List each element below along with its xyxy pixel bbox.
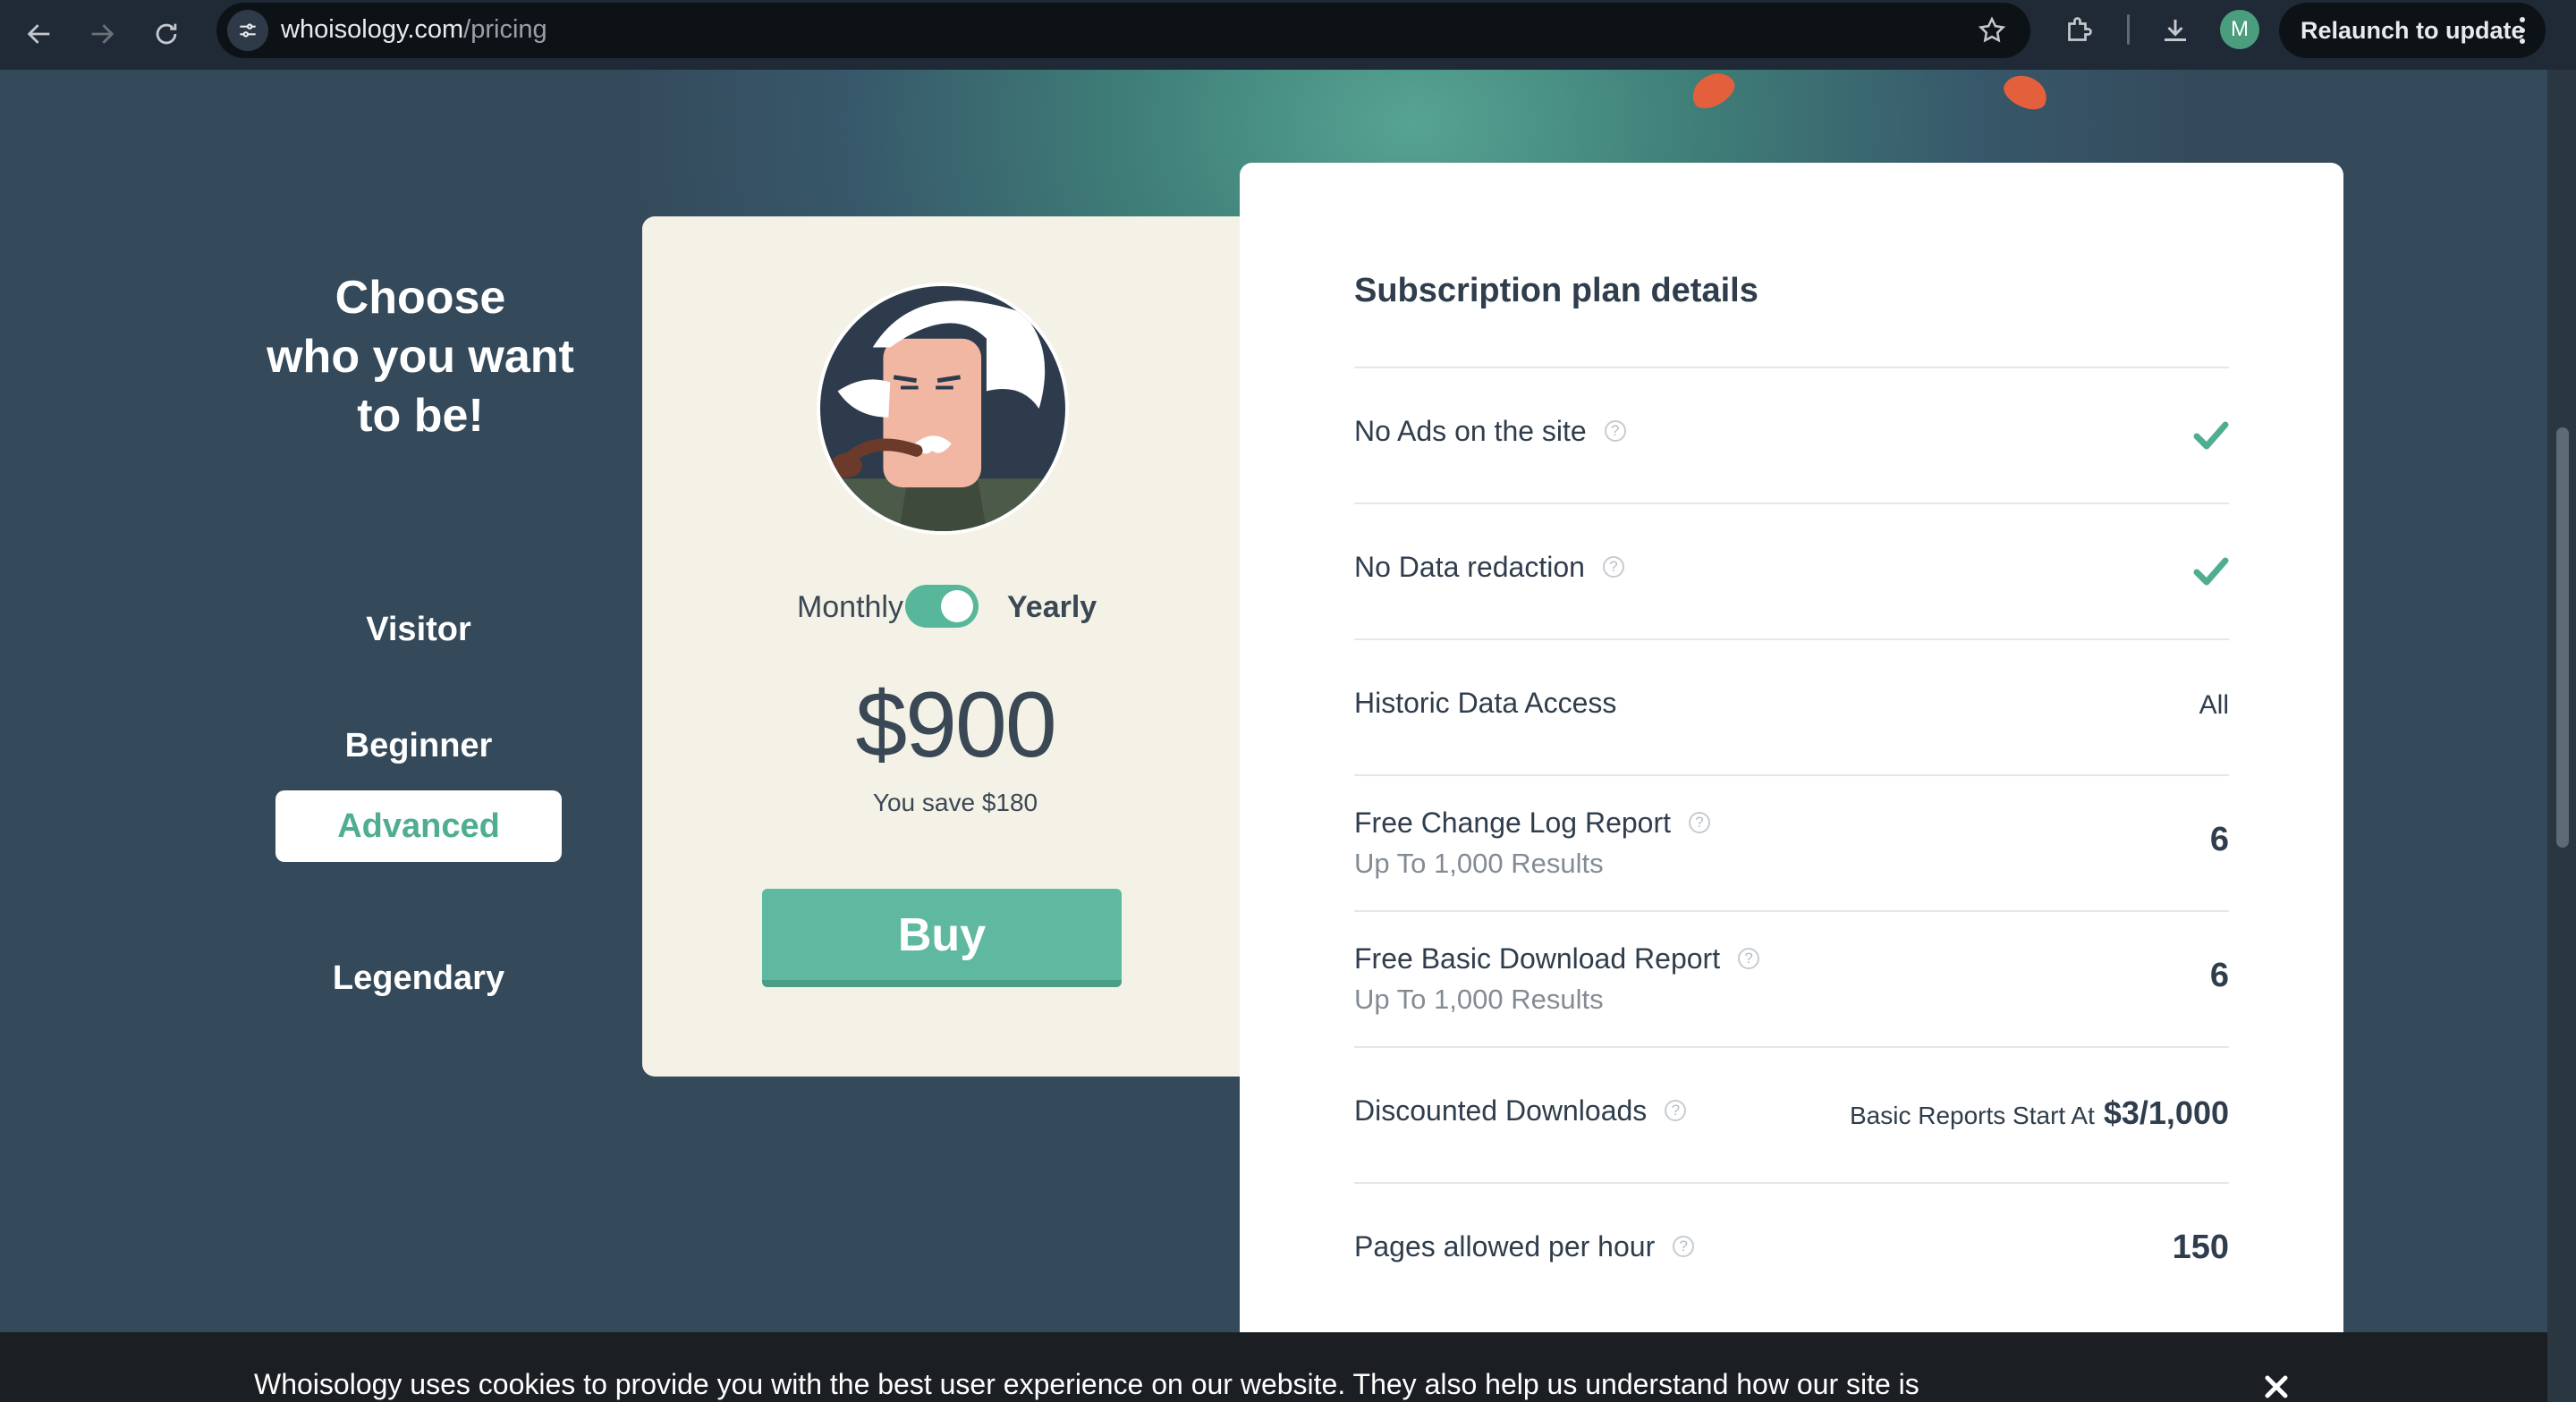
help-icon[interactable]: ?: [1689, 811, 1710, 833]
tier-beginner[interactable]: Beginner: [275, 710, 562, 781]
toggle-knob: [941, 590, 973, 622]
detail-label: Discounted Downloads?: [1354, 1094, 1687, 1128]
site-settings-icon[interactable]: [227, 10, 268, 51]
plan-price: $900: [855, 673, 1056, 777]
detail-row: Historic Data Access All: [1354, 638, 2229, 774]
scrollbar-thumb[interactable]: [2556, 427, 2569, 848]
detail-row: Free Change Log Report? Up To 1,000 Resu…: [1354, 774, 2229, 910]
detail-row: Free Basic Download Report? Up To 1,000 …: [1354, 910, 2229, 1046]
billing-monthly-label[interactable]: Monthly: [797, 590, 903, 625]
help-icon[interactable]: ?: [1604, 419, 1626, 442]
heading-line: who you want: [267, 331, 574, 383]
tier-advanced[interactable]: Advanced: [275, 790, 562, 862]
reload-button[interactable]: [141, 9, 191, 59]
url-path: /pricing: [463, 15, 547, 44]
page-scrollbar[interactable]: [2547, 70, 2576, 1402]
cookie-banner: Whoisology uses cookies to provide you w…: [0, 1332, 2547, 1402]
close-icon[interactable]: [2263, 1373, 2290, 1400]
download-icon: [2165, 20, 2186, 41]
detail-row: No Data redaction?: [1354, 503, 2229, 638]
detail-row: Pages allowed per hour? 150: [1354, 1182, 2229, 1318]
billing-yearly-label[interactable]: Yearly: [1007, 590, 1097, 625]
savings-text: You save $180: [872, 789, 1038, 816]
detail-label: Pages allowed per hour?: [1354, 1230, 1695, 1263]
detail-value-amount: $3/1,000: [2103, 1094, 2229, 1131]
detail-label-text: No Data redaction: [1354, 551, 1585, 583]
detail-label-text: No Ads on the site: [1354, 415, 1587, 447]
detail-row: No Ads on the site?: [1354, 367, 2229, 503]
help-icon[interactable]: ?: [1673, 1235, 1695, 1257]
detail-label-text: Pages allowed per hour: [1354, 1230, 1656, 1263]
bookmark-star-icon[interactable]: [1977, 15, 2007, 46]
detail-value: 6: [2209, 821, 2229, 858]
toolbar-separator: [2127, 14, 2130, 45]
subscription-details-panel: Subscription plan details No Ads on the …: [1240, 163, 2343, 1402]
browser-toolbar: whoisology.com/pricing M Relaunch to upd…: [0, 0, 2576, 70]
address-bar[interactable]: whoisology.com/pricing: [216, 3, 2030, 58]
detail-value: Basic Reports Start At $3/1,000: [1850, 1094, 2229, 1132]
detail-label: No Ads on the site?: [1354, 415, 1626, 448]
detail-sublabel: Up To 1,000 Results: [1354, 848, 1604, 879]
detail-value: 150: [2172, 1229, 2229, 1266]
help-icon[interactable]: ?: [1665, 1099, 1687, 1121]
detail-label: Free Basic Download Report?: [1354, 942, 1760, 975]
help-icon[interactable]: ?: [1738, 947, 1760, 969]
puzzle-icon: [2068, 17, 2092, 41]
detail-value: All: [2199, 690, 2229, 720]
checkmark-icon: [2193, 557, 2229, 586]
reload-icon: [156, 23, 177, 45]
forward-button[interactable]: [77, 9, 127, 59]
relaunch-button[interactable]: Relaunch to update: [2279, 3, 2546, 58]
page-heading: Choose who you want to be!: [206, 268, 635, 445]
help-icon[interactable]: ?: [1602, 555, 1624, 578]
detail-label-text: Discounted Downloads: [1354, 1094, 1648, 1127]
detail-label-text: Free Change Log Report: [1354, 807, 1671, 839]
arrow-right-icon: [91, 24, 114, 44]
plan-card: Monthly Yearly $900 You save $180 Buy: [642, 216, 1268, 1077]
relaunch-label: Relaunch to update: [2301, 17, 2525, 44]
detail-label: Free Change Log Report?: [1354, 807, 1710, 840]
billing-toggle-row: Monthly Yearly: [642, 585, 1268, 629]
decorative-leaf: [1999, 70, 2053, 115]
detail-label: Historic Data Access: [1354, 687, 1617, 719]
back-button[interactable]: [14, 9, 64, 59]
downloads-button[interactable]: [2157, 13, 2193, 48]
tier-visitor[interactable]: Visitor: [275, 594, 562, 665]
detail-sublabel: Up To 1,000 Results: [1354, 984, 1604, 1015]
detail-value-note: Basic Reports Start At: [1849, 1102, 2095, 1129]
profile-avatar[interactable]: M: [2220, 10, 2259, 49]
checkmark-icon: [2193, 421, 2229, 450]
detail-row: Discounted Downloads? Basic Reports Star…: [1354, 1046, 2229, 1182]
detail-label-text: Free Basic Download Report: [1354, 942, 1721, 975]
details-title: Subscription plan details: [1354, 272, 1758, 309]
decorative-leaf: [1685, 70, 1741, 115]
heading-line: to be!: [357, 390, 484, 442]
url-domain: whoisology.com: [281, 15, 464, 44]
tier-legendary[interactable]: Legendary: [275, 942, 562, 1014]
extensions-button[interactable]: [2061, 13, 2097, 48]
heading-line: Choose: [335, 272, 506, 324]
cookie-text: Whoisology uses cookies to provide you w…: [254, 1368, 1919, 1400]
pricing-page: Choose who you want to be! Visitor Begin…: [0, 70, 2547, 1402]
advanced-tier-portrait: [817, 283, 1069, 535]
buy-button[interactable]: Buy: [762, 889, 1122, 987]
more-menu-icon[interactable]: [2519, 17, 2526, 44]
url-text: whoisology.com/pricing: [281, 15, 547, 45]
detail-label: No Data redaction?: [1354, 551, 1624, 584]
arrow-left-icon: [27, 24, 50, 44]
detail-value: 6: [2209, 957, 2229, 994]
billing-period-toggle[interactable]: [905, 585, 979, 628]
